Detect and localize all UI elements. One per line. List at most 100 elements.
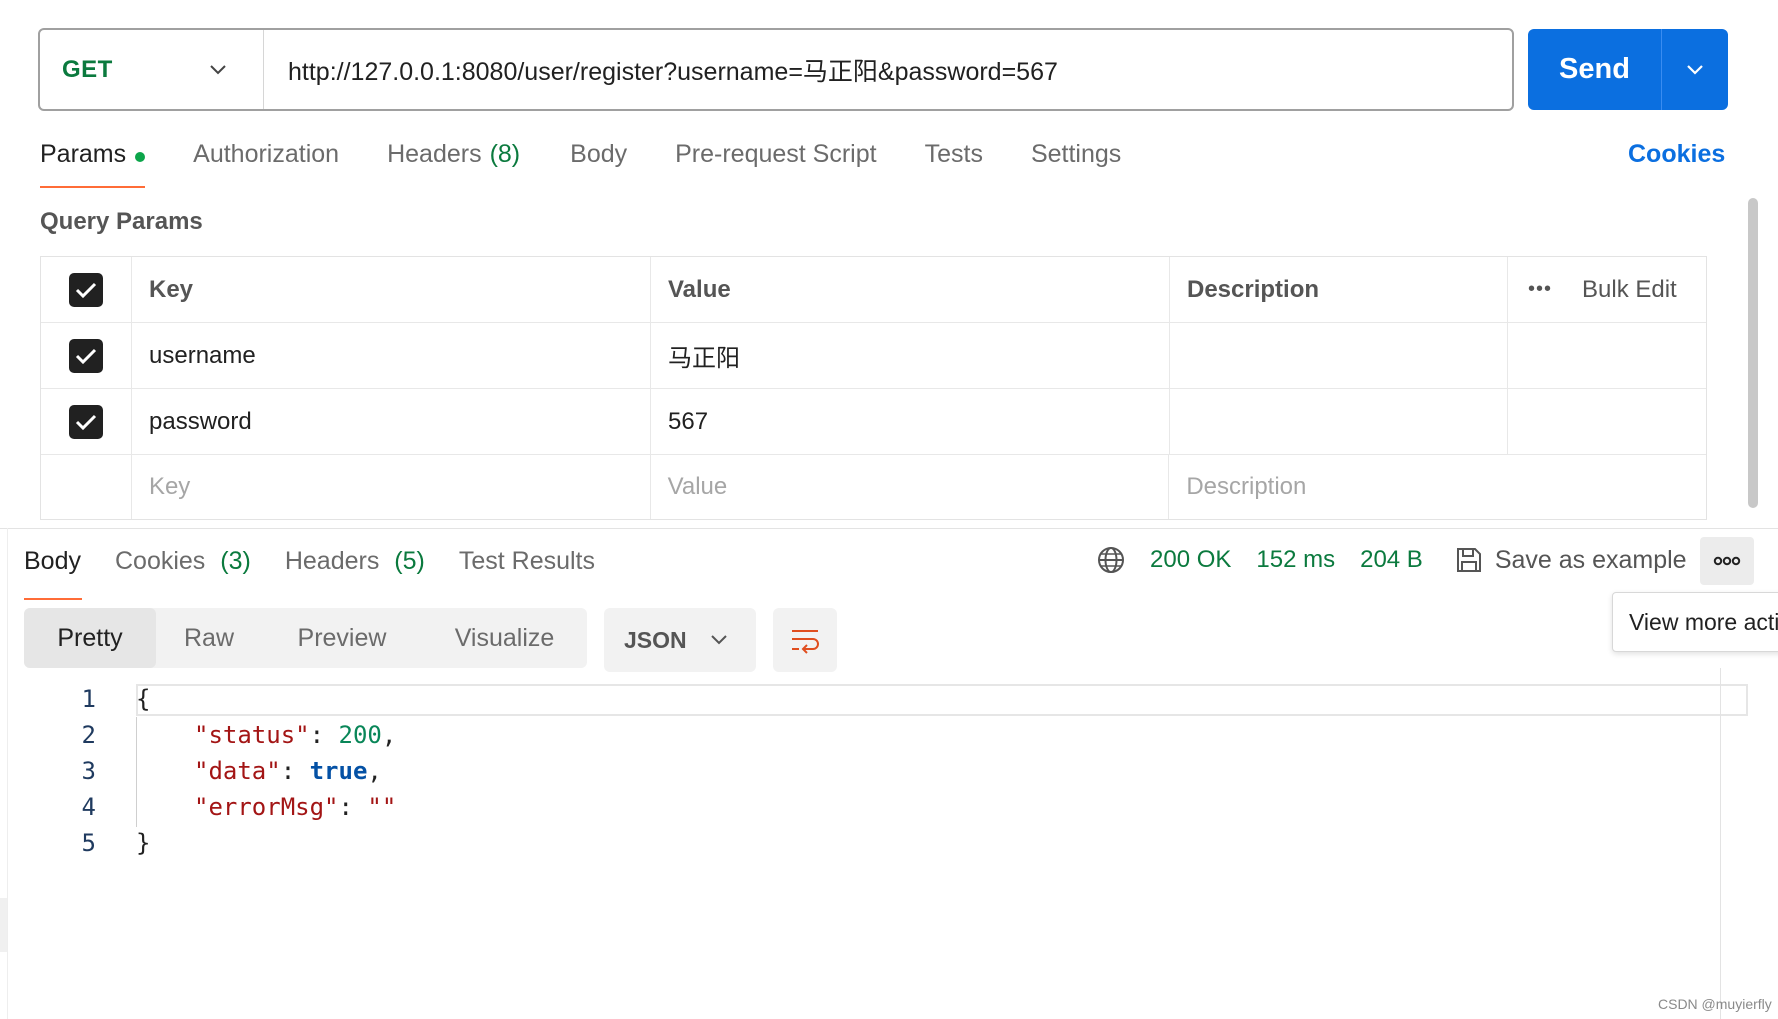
response-status-area: 200 OK 152 ms 204 B Save as example [1096,545,1687,575]
param-value[interactable]: 马正阳 [651,323,1170,388]
save-as-example-label: Save as example [1494,545,1687,574]
tab-response-body[interactable]: Body [24,547,82,600]
bulk-edit-link[interactable]: Bulk Edit [1582,276,1677,304]
response-tabs: Body Cookies (3) Headers (5) Test Result… [24,547,629,600]
request-url-bar: GET http://127.0.0.1:8080/user/register?… [38,28,1514,111]
line-number: 5 [81,829,96,857]
url-input[interactable]: http://127.0.0.1:8080/user/register?user… [264,30,1512,109]
more-actions-button[interactable] [1700,537,1754,585]
json-value: "" [367,793,397,821]
value-column-header: Value [651,257,1170,322]
code-text: "errorMsg": "" [194,793,396,821]
json-comma: , [381,721,397,749]
description-column-header: Description [1170,257,1508,322]
wrap-lines-icon [792,630,819,654]
new-value-input[interactable]: Value [651,455,1170,519]
param-description[interactable] [1170,323,1508,388]
view-mode-visualize[interactable]: Visualize [422,608,587,668]
editor-right-border [1720,668,1721,1019]
json-separator: : [280,757,310,785]
query-params-table: Key Value Description ••• Bulk Edit user… [40,256,1707,520]
format-select[interactable]: JSON [604,608,756,672]
save-icon [1456,548,1481,572]
request-tabs: Params Authorization Headers (8) Body Pr… [40,140,1169,190]
view-mode-raw[interactable]: Raw [156,608,262,668]
param-value[interactable]: 567 [651,389,1170,454]
tab-headers[interactable]: Headers (8) [387,140,520,190]
globe-icon[interactable] [1096,545,1126,575]
json-comma: , [367,757,382,785]
line-number: 4 [81,793,96,821]
tab-response-cookies[interactable]: Cookies (3) [115,547,251,600]
tab-label: Test Results [458,547,596,575]
chevron-down-icon [1687,64,1703,75]
tab-tests[interactable]: Tests [925,140,983,190]
table-header-row: Key Value Description ••• Bulk Edit [41,257,1706,323]
checkmark-icon [75,348,97,364]
key-column-header: Key [132,257,651,322]
tab-label: Headers [387,140,482,168]
params-active-dot [135,152,146,162]
row-checkbox[interactable] [69,338,103,373]
table-actions: ••• Bulk Edit [1508,257,1706,322]
row-check-cell [41,323,132,388]
view-mode-pretty[interactable]: Pretty [24,608,156,668]
view-mode-switcher: Pretty Raw Preview Visualize [24,608,587,668]
tab-body[interactable]: Body [570,140,627,190]
tab-label: Authorization [193,140,340,168]
code-text: } [136,829,151,857]
json-value: 200 [338,721,382,749]
response-size[interactable]: 204 B [1360,546,1423,574]
tab-test-results[interactable]: Test Results [459,547,595,600]
row-check-cell [41,389,132,454]
send-options-button[interactable] [1662,29,1728,110]
wrap-lines-button[interactable] [773,608,837,672]
tab-label: Headers [284,547,380,575]
more-options-icon[interactable]: ••• [1528,278,1552,301]
tab-label: Cookies [114,547,206,575]
tab-pre-request-script[interactable]: Pre-request Script [675,140,876,190]
headers-count: (8) [489,140,521,168]
checkmark-icon [75,282,97,298]
cookies-link[interactable]: Cookies [1628,140,1725,169]
save-as-example-button[interactable]: Save as example [1455,546,1687,575]
view-mode-preview[interactable]: Preview [262,608,422,668]
tab-label: Pre-request Script [675,140,877,168]
method-select[interactable]: GET [40,30,264,109]
more-actions-tooltip: View more actions [1612,592,1778,652]
line-number: 2 [81,721,96,749]
select-all-cell [41,257,132,322]
json-separator: : [309,721,339,749]
row-actions-cell [1508,323,1706,388]
watermark: CSDN @muyierfly [1658,996,1772,1012]
row-checkbox[interactable] [69,404,103,439]
tab-label: Settings [1030,140,1122,168]
vertical-scrollbar[interactable] [1748,198,1758,508]
param-key[interactable]: password [132,389,651,454]
new-description-input[interactable]: Description [1169,455,1706,519]
format-label: JSON [624,626,687,653]
tab-response-headers[interactable]: Headers (5) [285,547,425,600]
send-button[interactable]: Send [1528,29,1662,110]
table-row: password 567 [41,389,1706,455]
tab-authorization[interactable]: Authorization [193,140,339,190]
pane-divider[interactable] [0,528,1778,529]
new-key-input[interactable]: Key [132,455,651,519]
tab-label: Tests [924,140,983,168]
send-button-group: Send [1528,29,1728,110]
row-actions-cell [1508,389,1706,454]
line-number: 1 [81,685,96,713]
json-value: true [309,757,368,785]
response-time[interactable]: 152 ms [1256,546,1335,574]
chevron-down-icon [711,635,727,645]
status-code[interactable]: 200 OK [1150,546,1231,574]
param-description[interactable] [1170,389,1508,454]
code-text: "status": 200, [194,721,396,749]
param-key[interactable]: username [132,323,651,388]
tab-params[interactable]: Params [40,140,146,188]
tab-settings[interactable]: Settings [1031,140,1121,190]
tab-label: Body [570,140,628,168]
code-text: "data": true, [194,757,382,785]
indent-guide [136,717,137,827]
select-all-checkbox[interactable] [69,272,103,307]
